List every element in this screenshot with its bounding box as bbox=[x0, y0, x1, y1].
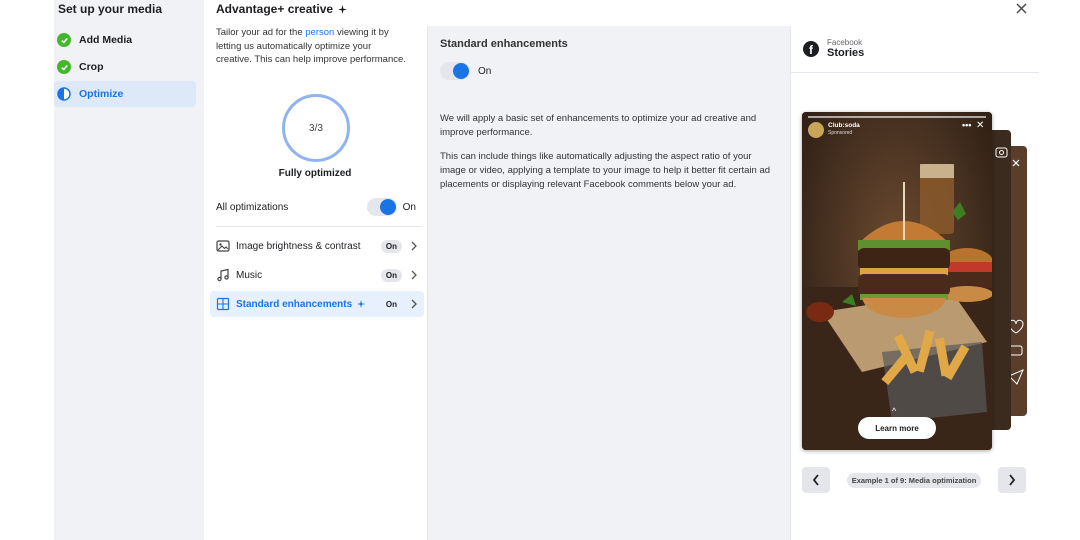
desc-text: Tailor your ad for the bbox=[216, 27, 306, 38]
advantage-title: Advantage+ creative bbox=[216, 2, 348, 16]
detail-paragraph: We will apply a basic set of enhancement… bbox=[440, 113, 757, 138]
all-optimizations-row: All optimizations On bbox=[216, 198, 416, 216]
previous-example-button[interactable] bbox=[802, 467, 830, 493]
option-label: Image brightness & contrast bbox=[236, 240, 361, 252]
step-crop[interactable]: Crop bbox=[54, 54, 196, 80]
story-ad-preview[interactable]: Club:soda Sponsored ••• ✕ ^ Learn more bbox=[802, 112, 992, 450]
story-sponsored-label: Sponsored bbox=[828, 130, 853, 136]
option-standard-enhancements[interactable]: Standard enhancements On bbox=[210, 291, 424, 317]
check-circle-icon bbox=[57, 60, 71, 74]
option-state-badge: On bbox=[385, 299, 397, 309]
option-image-brightness[interactable]: Image brightness & contrast On bbox=[210, 233, 424, 259]
detail-paragraph: This can include things like automatical… bbox=[440, 151, 771, 190]
preview-placement: Stories bbox=[827, 47, 865, 59]
close-icon[interactable]: ✕ bbox=[976, 120, 984, 131]
toggle-state: On bbox=[478, 65, 492, 77]
advantage-panel: Advantage+ creative Tailor your ad for t… bbox=[204, 0, 426, 540]
advantage-title-text: Advantage+ creative bbox=[216, 2, 334, 16]
learn-more-button[interactable]: Learn more bbox=[858, 417, 936, 439]
preview-header: f Facebook Stories bbox=[803, 38, 864, 59]
ad-preview-panel: f Facebook Stories Club:soda Sponsored •… bbox=[790, 26, 1039, 540]
sparkle-icon bbox=[356, 299, 365, 308]
step-add-media[interactable]: Add Media bbox=[54, 27, 196, 53]
preview-platform: Facebook bbox=[827, 38, 863, 47]
chevron-right-icon bbox=[1009, 474, 1016, 486]
detail-description: We will apply a basic set of enhancement… bbox=[440, 112, 780, 202]
option-music[interactable]: Music On bbox=[210, 262, 424, 288]
optimization-progress-ring: 3/3 bbox=[282, 94, 350, 162]
divider bbox=[216, 226, 422, 227]
chevron-left-icon bbox=[812, 474, 819, 486]
burger-photo bbox=[802, 112, 992, 450]
standard-enhancements-toggle[interactable] bbox=[440, 62, 470, 80]
step-optimize[interactable]: Optimize bbox=[54, 81, 196, 107]
advantage-description: Tailor your ad for the person viewing it… bbox=[216, 26, 408, 67]
chevron-right-icon bbox=[411, 241, 417, 251]
step-label: Optimize bbox=[79, 88, 124, 100]
option-label: Music bbox=[236, 269, 263, 281]
brand-avatar bbox=[808, 122, 824, 138]
check-circle-icon bbox=[57, 33, 71, 47]
sidebar-title: Set up your media bbox=[58, 2, 163, 16]
example-caption: Example 1 of 9: Media optimization bbox=[846, 472, 982, 488]
option-state-badge: On bbox=[380, 239, 402, 253]
option-label-wrap: Standard enhancements bbox=[236, 299, 381, 310]
close-dialog-button[interactable] bbox=[1012, 0, 1030, 16]
sparkle-icon bbox=[338, 5, 348, 15]
step-label: Add Media bbox=[79, 34, 133, 46]
story-progress-bar bbox=[808, 116, 986, 118]
chevron-up-icon: ^ bbox=[892, 406, 897, 416]
half-circle-icon bbox=[57, 87, 71, 101]
detail-title: Standard enhancements bbox=[440, 38, 568, 50]
progress-label: Fully optimized bbox=[278, 168, 352, 179]
chevron-right-icon bbox=[411, 270, 417, 280]
close-icon bbox=[1016, 3, 1026, 13]
step-label: Crop bbox=[79, 61, 104, 73]
option-label: Standard enhancements bbox=[236, 298, 353, 310]
next-example-button[interactable] bbox=[997, 467, 1026, 493]
all-optimizations-label: All optimizations bbox=[216, 201, 289, 213]
setup-sidebar: Set up your media Add Media Crop Optimiz… bbox=[54, 0, 204, 540]
enhancements-grid-icon bbox=[216, 297, 230, 311]
divider bbox=[791, 72, 1039, 73]
enhancement-detail-panel: Standard enhancements On We will apply a… bbox=[427, 26, 790, 540]
story-brand-name: Club:soda bbox=[828, 122, 860, 129]
progress-text: 3/3 bbox=[309, 122, 323, 134]
preview-navigation: Example 1 of 9: Media optimization bbox=[802, 466, 1026, 494]
facebook-logo-icon: f bbox=[803, 40, 819, 57]
image-icon bbox=[216, 240, 230, 252]
music-note-icon bbox=[217, 268, 229, 282]
detail-toggle-row: On bbox=[440, 62, 491, 80]
chevron-right-icon bbox=[411, 299, 417, 309]
all-optimizations-toggle[interactable] bbox=[366, 198, 397, 216]
toggle-state: On bbox=[402, 201, 416, 213]
option-state-badge: On bbox=[380, 268, 402, 282]
more-options-icon[interactable]: ••• bbox=[962, 120, 971, 130]
person-link[interactable]: person bbox=[305, 27, 334, 38]
